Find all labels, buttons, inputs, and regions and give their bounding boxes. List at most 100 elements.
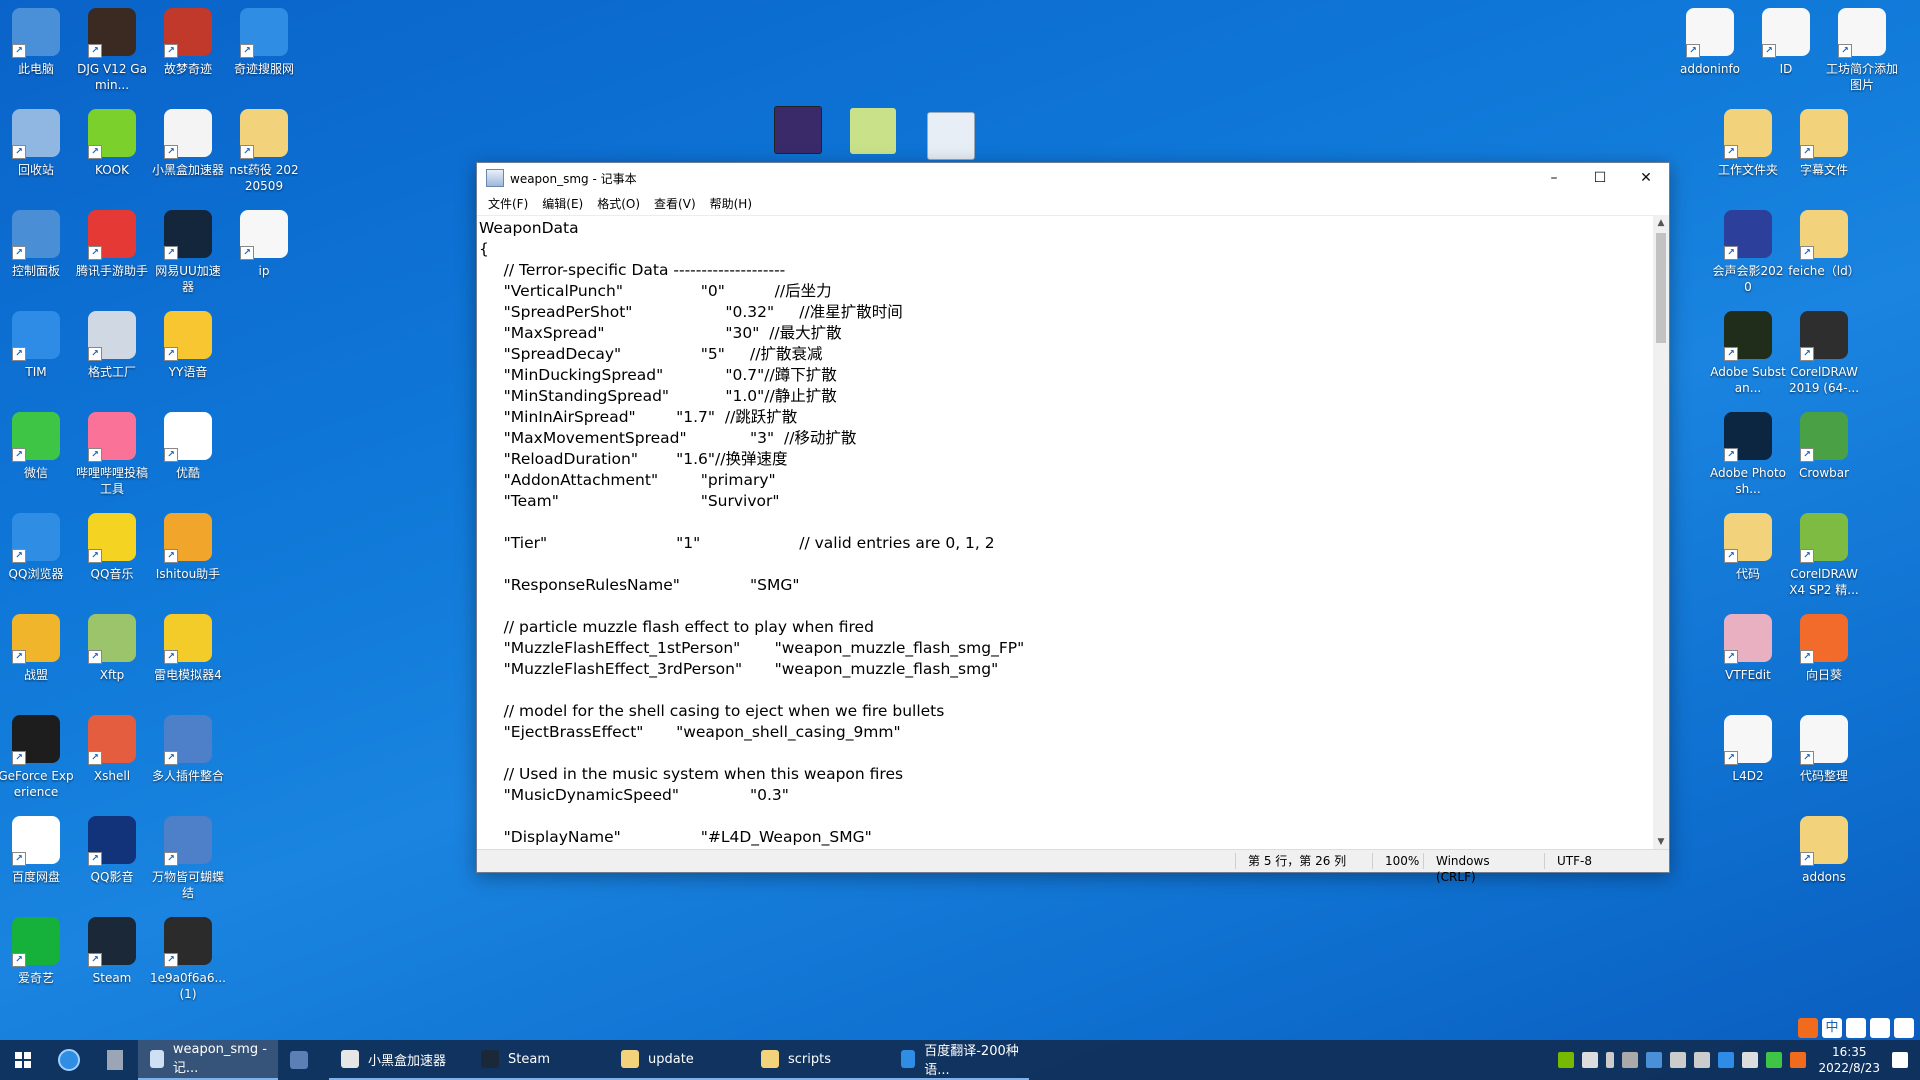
desktop-icon[interactable]: ↗ 百度网盘 bbox=[0, 816, 74, 885]
desktop-icon[interactable]: ↗ GeForce Experience bbox=[0, 715, 74, 800]
ime-mode[interactable]: 中 bbox=[1822, 1018, 1842, 1038]
desktop-icon[interactable]: ↗ QQ影音 bbox=[74, 816, 150, 885]
menu-view[interactable]: 查看(V) bbox=[647, 195, 703, 212]
network-tray-icon[interactable] bbox=[1694, 1052, 1711, 1068]
text-line: "MinInAirSpread" "1.7" //跳跃扩散 bbox=[479, 408, 798, 426]
desktop-icon[interactable]: ↗ 会声会影2020 bbox=[1710, 210, 1786, 295]
desktop-icon[interactable]: ↗ ID bbox=[1748, 8, 1824, 77]
sogou-tray-icon[interactable] bbox=[1790, 1052, 1807, 1068]
mic-tray-icon[interactable] bbox=[1606, 1052, 1615, 1068]
desktop-icon[interactable]: ↗ 网易UU加速器 bbox=[150, 210, 226, 295]
title-bar[interactable]: weapon_smg - 记事本 – ☐ ✕ bbox=[477, 163, 1669, 193]
desktop-icon[interactable]: ↗ CorelDRAW X4 SP2 精... bbox=[1786, 513, 1862, 598]
desktop-icon[interactable]: ↗ Crowbar bbox=[1786, 412, 1862, 481]
desktop-icon[interactable]: ↗ Adobe Photosh... bbox=[1710, 412, 1786, 497]
desktop-icon[interactable]: ↗ YY语音 bbox=[150, 311, 226, 380]
desktop-icon[interactable]: ↗ L4D2 bbox=[1710, 715, 1786, 784]
desktop-icon[interactable]: ↗ Xshell bbox=[74, 715, 150, 784]
taskbar-app[interactable]: update bbox=[609, 1040, 749, 1080]
punct-icon[interactable] bbox=[1846, 1018, 1866, 1038]
float-shortcut-1[interactable] bbox=[774, 106, 822, 154]
desktop-icon[interactable]: ↗ addoninfo bbox=[1672, 8, 1748, 77]
minimize-button[interactable]: – bbox=[1531, 163, 1577, 193]
lightning-tray-icon[interactable] bbox=[1582, 1052, 1599, 1068]
desktop-icon[interactable]: ↗ 多人插件整合 bbox=[150, 715, 226, 784]
taskbar-app[interactable]: weapon_smg - 记... bbox=[138, 1040, 278, 1080]
desktop-icon[interactable]: ↗ 控制面板 bbox=[0, 210, 74, 279]
desktop-icon[interactable]: ↗ 雷电模拟器4 bbox=[150, 614, 226, 683]
notification-icon[interactable] bbox=[1892, 1052, 1908, 1068]
taskbar-calculator-pin[interactable] bbox=[92, 1040, 138, 1080]
grid-icon[interactable] bbox=[1894, 1018, 1914, 1038]
menu-help[interactable]: 帮助(H) bbox=[703, 195, 759, 212]
nvidia-tray-icon[interactable] bbox=[1558, 1052, 1575, 1068]
notepad-icon bbox=[150, 1050, 164, 1068]
desktop-icon[interactable]: ↗ 哔哩哔哩投稿工具 bbox=[74, 412, 150, 497]
desktop-icon[interactable]: ↗ 字幕文件 bbox=[1786, 109, 1862, 178]
desktop-icon[interactable]: ↗ 故梦奇迹 bbox=[150, 8, 226, 77]
vertical-scrollbar[interactable]: ▲ ▼ bbox=[1653, 215, 1669, 850]
desktop-icon[interactable]: ↗ 工作文件夹 bbox=[1710, 109, 1786, 178]
desktop-icon[interactable]: ↗ Ishitou助手 bbox=[150, 513, 226, 582]
desktop-icon[interactable]: ↗ Xftp bbox=[74, 614, 150, 683]
desktop-icon[interactable]: ↗ TIM bbox=[0, 311, 74, 380]
desktop-icon[interactable]: ↗ Steam bbox=[74, 917, 150, 986]
desktop-icon[interactable]: ↗ 战盟 bbox=[0, 614, 74, 683]
desktop-icon[interactable]: ↗ 爱奇艺 bbox=[0, 917, 74, 986]
desktop-icon[interactable]: ↗ 格式工厂 bbox=[74, 311, 150, 380]
keyboard-icon[interactable] bbox=[1870, 1018, 1890, 1038]
text-editor[interactable]: WeaponData { // Terror-specific Data ----… bbox=[477, 215, 1653, 850]
float-shortcut-2[interactable] bbox=[850, 108, 896, 154]
scroll-thumb[interactable] bbox=[1656, 233, 1666, 343]
ime-toolbar[interactable]: 中 bbox=[1798, 1018, 1914, 1038]
desktop-icon[interactable]: ↗ nst药役 20220509 bbox=[226, 109, 302, 194]
scroll-up-icon[interactable]: ▲ bbox=[1653, 215, 1669, 231]
desktop-icon[interactable]: ↗ KOOK bbox=[74, 109, 150, 178]
desktop-icon[interactable]: ↗ 1e9a0f6a6... (1) bbox=[150, 917, 226, 1002]
app-tray-icon[interactable] bbox=[1622, 1052, 1639, 1068]
taskbar-browser-pin[interactable] bbox=[46, 1040, 92, 1080]
desktop-icon[interactable]: ↗ QQ浏览器 bbox=[0, 513, 74, 582]
menu-edit[interactable]: 编辑(E) bbox=[535, 195, 590, 212]
desktop-icon[interactable]: ↗ addons bbox=[1786, 816, 1862, 885]
desktop-icon[interactable]: ↗ 此电脑 bbox=[0, 8, 74, 77]
desktop-icon[interactable]: ↗ 微信 bbox=[0, 412, 74, 481]
wechat-tray-icon[interactable] bbox=[1766, 1052, 1783, 1068]
shield-tray-icon[interactable] bbox=[1646, 1052, 1663, 1068]
taskbar-app[interactable] bbox=[278, 1040, 329, 1080]
close-button[interactable]: ✕ bbox=[1623, 163, 1669, 193]
volume-tray-icon[interactable] bbox=[1670, 1052, 1687, 1068]
maximize-button[interactable]: ☐ bbox=[1577, 163, 1623, 193]
taskbar-app[interactable]: 小黑盒加速器 bbox=[329, 1040, 469, 1080]
scroll-down-icon[interactable]: ▼ bbox=[1653, 834, 1669, 850]
desktop-icon[interactable]: ↗ 工坊简介添加图片 bbox=[1824, 8, 1900, 93]
desktop-icon[interactable]: ↗ 小黑盒加速器 bbox=[150, 109, 226, 178]
desktop-icon[interactable]: ↗ 优酷 bbox=[150, 412, 226, 481]
desktop-icon[interactable]: ↗ 代码 bbox=[1710, 513, 1786, 582]
start-button[interactable] bbox=[0, 1040, 46, 1080]
desktop-icon[interactable]: ↗ VTFEdit bbox=[1710, 614, 1786, 683]
taskbar-app[interactable]: scripts bbox=[749, 1040, 889, 1080]
desktop-icon[interactable]: ↗ feiche（ld） bbox=[1786, 210, 1862, 279]
desktop-icon[interactable]: ↗ DJG V12 Gamin... bbox=[74, 8, 150, 93]
clock[interactable]: 16:35 2022/8/23 bbox=[1818, 1044, 1880, 1076]
taskbar-app[interactable]: 百度翻译-200种语... bbox=[889, 1040, 1029, 1080]
desktop-icon[interactable]: ↗ 奇迹搜服网 bbox=[226, 8, 302, 77]
sogou-icon[interactable] bbox=[1798, 1018, 1818, 1038]
desktop-icon[interactable]: ↗ ip bbox=[226, 210, 302, 279]
menu-file[interactable]: 文件(F) bbox=[481, 195, 535, 212]
steam-tray-icon[interactable] bbox=[1742, 1052, 1759, 1068]
tim-tray-icon[interactable] bbox=[1718, 1052, 1735, 1068]
desktop-icon[interactable]: ↗ 万物皆可蝴蝶结 bbox=[150, 816, 226, 901]
desktop-icon[interactable]: ↗ 回收站 bbox=[0, 109, 74, 178]
desktop-icon[interactable]: ↗ Adobe Substan... bbox=[1710, 311, 1786, 396]
desktop-icon[interactable]: ↗ QQ音乐 bbox=[74, 513, 150, 582]
float-shortcut-3[interactable] bbox=[927, 112, 975, 160]
desktop-icon[interactable]: ↗ 向日葵 bbox=[1786, 614, 1862, 683]
taskbar-app[interactable]: Steam bbox=[469, 1040, 609, 1080]
menu-format[interactable]: 格式(O) bbox=[590, 195, 647, 212]
desktop-icon[interactable]: ↗ 腾讯手游助手 bbox=[74, 210, 150, 279]
desktop-icon[interactable]: ↗ CorelDRAW 2019 (64-... bbox=[1786, 311, 1862, 396]
desktop-icon[interactable]: ↗ 代码整理 bbox=[1786, 715, 1862, 784]
desktop-icon-label: QQ影音 bbox=[90, 870, 134, 884]
